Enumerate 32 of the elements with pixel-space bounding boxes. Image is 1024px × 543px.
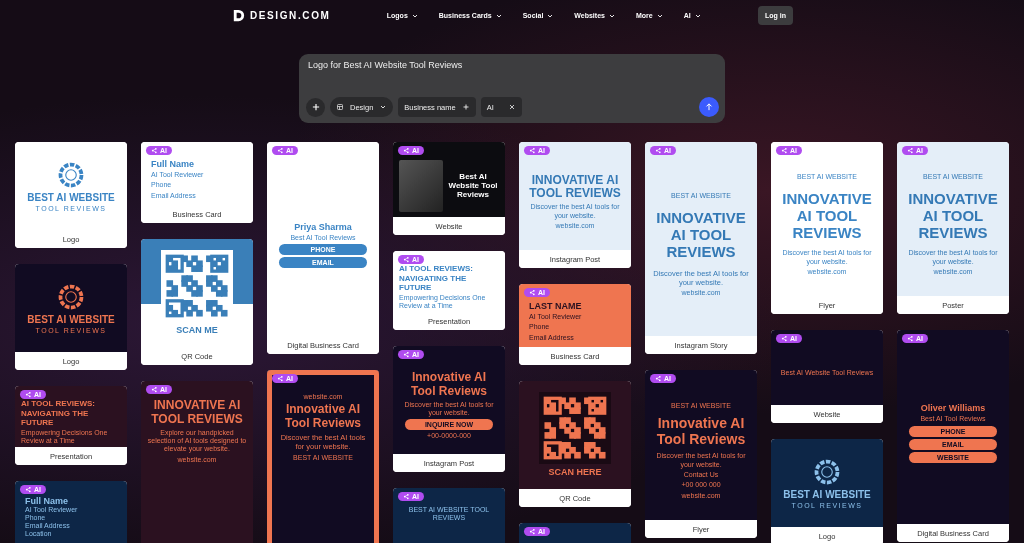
- design-headline: BEST AI WEBSITE: [27, 191, 115, 204]
- design-headline: SCAN ME: [176, 325, 218, 336]
- send-button[interactable]: [699, 97, 719, 117]
- design-headline: Oliver Williams: [920, 403, 986, 414]
- chevron-icon: [379, 103, 388, 111]
- design-headline: BEST AI WEBSITE: [27, 313, 115, 326]
- layout-icon: [336, 103, 344, 111]
- design-headline: SCAN HERE: [548, 467, 602, 478]
- design-headline: INNOVATIVE AI TOOL REVIEWS: [528, 173, 622, 202]
- arrow-up-icon: [704, 102, 714, 112]
- plus-icon: [461, 103, 470, 111]
- add-button[interactable]: [306, 97, 325, 117]
- plus-icon: [310, 102, 321, 112]
- design-headline: INNOVATIVE AI TOOL REVIEWS: [907, 189, 999, 242]
- design-headline: INNOVATIVE AI TOOL REVIEWS: [781, 189, 873, 242]
- logo-icon: [231, 8, 246, 23]
- design-headline: Innovative AI Tool Reviews: [410, 371, 488, 399]
- design-headline: LAST NAME: [529, 300, 582, 312]
- design-headline: Full Name: [151, 158, 194, 170]
- design-headline: AI TOOL REVIEWS: NAVIGATING THE FUTURE: [399, 264, 474, 292]
- design-headline: AI TOOL REVIEWS: NAVIGATING THE FUTURE: [21, 399, 96, 427]
- design-headline: INNOVATIVE AI TOOL REVIEWS: [150, 399, 244, 427]
- design-headline: Innovative AI Tool Reviews: [284, 403, 362, 431]
- design-headline: Priya Sharma: [294, 221, 352, 232]
- design-headline: Innovative AI Tool Reviews: [655, 415, 747, 448]
- close-icon: [507, 103, 516, 111]
- design-headline: INNOVATIVE AI TOOL REVIEWS: [655, 208, 747, 261]
- design-headline: BEST AI WEBSITE: [783, 488, 871, 501]
- design-headline: Best AI Website Tool Reviews: [447, 171, 499, 200]
- design-headline: Full Name: [25, 496, 68, 507]
- photo-placeholder: [399, 159, 443, 212]
- brand-name[interactable]: DESIGN.COM: [250, 10, 331, 21]
